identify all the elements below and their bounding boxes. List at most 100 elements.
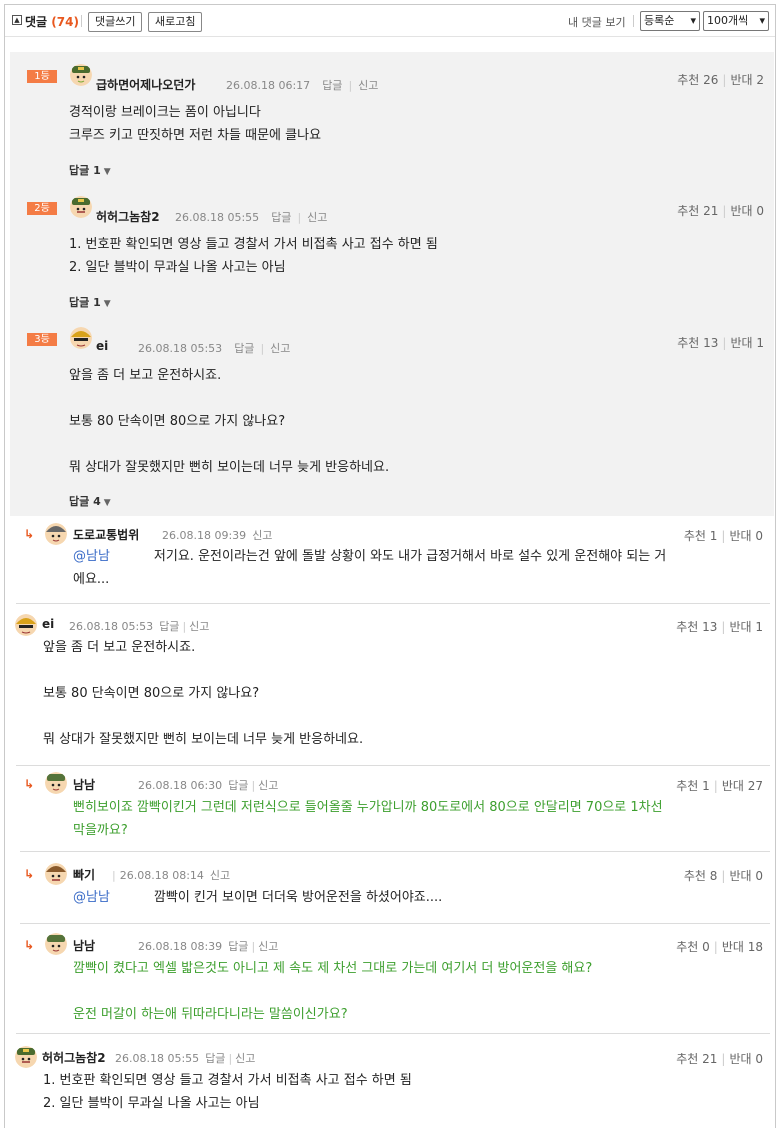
comment-date: 26.08.18 06:30 <box>138 779 223 792</box>
my-comments-link[interactable]: 내 댓글 보기 <box>568 14 626 30</box>
reply-arrow-icon: ↳ <box>24 777 35 791</box>
caret-down-icon: ▼ <box>103 299 111 309</box>
comment-meta: 26.08.18 06:30 답글 | 신고 <box>138 779 279 792</box>
refresh-button[interactable]: 새로고침 <box>148 12 203 32</box>
comment-meta: 26.08.18 08:39 답글 | 신고 <box>138 940 279 953</box>
comment-date: 26.08.18 05:55 <box>115 1052 200 1065</box>
upvote-count[interactable]: 추천 0 <box>676 940 710 954</box>
divider <box>20 851 770 852</box>
downvote-count[interactable]: 반대 0 <box>729 869 763 883</box>
comment-author[interactable]: ei <box>96 339 108 353</box>
avatar-icon[interactable] <box>45 523 67 545</box>
reply-link[interactable]: 답글 <box>322 79 342 92</box>
upvote-count[interactable]: 추천 13 <box>677 336 718 350</box>
comment-date: 26.08.18 08:39 <box>138 940 223 953</box>
avatar-icon[interactable] <box>15 1046 37 1068</box>
write-comment-button[interactable]: 댓글쓰기 <box>88 12 143 32</box>
upvote-count[interactable]: 추천 1 <box>676 779 710 793</box>
comment-line: 깜빡이 킨거 보이면 더더욱 방어운전을 하셨어야죠.... <box>153 890 443 905</box>
downvote-count[interactable]: 반대 27 <box>722 779 763 793</box>
reply-link[interactable]: 답글 <box>271 211 291 224</box>
replies-count: 답글 1 <box>69 296 101 309</box>
avatar-icon[interactable] <box>70 196 92 218</box>
comment-body: @남남 깜빡이 킨거 보이면 더더욱 방어운전을 하셨어야죠.... <box>73 886 442 909</box>
downvote-count[interactable]: 반대 1 <box>730 336 764 350</box>
reply-link[interactable]: 답글 <box>234 342 254 355</box>
report-link[interactable]: 신고 <box>358 79 378 92</box>
divider <box>81 15 82 27</box>
upvote-count[interactable]: 추천 13 <box>676 620 717 634</box>
downvote-count[interactable]: 반대 18 <box>722 940 763 954</box>
report-link[interactable]: 신고 <box>270 342 290 355</box>
downvote-count[interactable]: 반대 0 <box>729 529 763 543</box>
report-link[interactable]: 신고 <box>252 529 272 542</box>
avatar-icon[interactable] <box>70 64 92 86</box>
upvote-count[interactable]: 추천 26 <box>677 73 718 87</box>
downvote-count[interactable]: 반대 0 <box>729 1052 763 1066</box>
upvote-count[interactable]: 추천 1 <box>684 529 718 543</box>
comment-author[interactable]: 남남 <box>73 937 95 954</box>
comments-panel: ▲ 댓글 (74) 댓글쓰기 새로고침 내 댓글 보기 등록순 100개씩 1등… <box>4 4 776 1128</box>
comment-author[interactable]: ei <box>42 617 54 631</box>
mention-link[interactable]: @남남 <box>73 549 110 564</box>
reply-link[interactable]: 답글 <box>228 779 248 792</box>
vote-counts: 추천 13 | 반대 1 <box>676 620 763 634</box>
comment-body: 경적이랑 브레이크는 폼이 아닙니다 크루즈 키고 딴짓하면 저런 차들 때문에… <box>69 101 321 147</box>
replies-toggle[interactable]: 답글 4 ▼ <box>69 493 111 509</box>
comment-line: 크루즈 키고 딴짓하면 저런 차들 때문에 클나요 <box>69 128 322 143</box>
report-link[interactable]: 신고 <box>258 940 278 953</box>
vote-counts: 추천 1 | 반대 27 <box>676 779 763 793</box>
comment-line: 2. 일단 블박이 무과실 나올 사고는 아님 <box>43 1096 260 1111</box>
comment-body: 깜빡이 켰다고 엑셀 밟은것도 아니고 제 속도 제 차선 그대로 가는데 여기… <box>73 957 592 1026</box>
comment-line: 보통 80 단속이면 80으로 가지 않나요? <box>43 686 260 701</box>
replies-count: 답글 4 <box>69 495 101 508</box>
per-page-select[interactable]: 100개씩 <box>703 11 769 31</box>
comment-author[interactable]: 급하면어제나오던가 <box>96 76 195 93</box>
comment-author[interactable]: 빠기 <box>73 866 95 883</box>
reply-link[interactable]: 답글 <box>205 1052 225 1065</box>
report-link[interactable]: 신고 <box>210 869 230 882</box>
comment-meta: 26.08.18 05:53 답글 | 신고 <box>138 342 291 355</box>
report-link[interactable]: 신고 <box>189 620 209 633</box>
comment-meta: 26.08.18 09:39 신고 <box>162 527 272 543</box>
upvote-count[interactable]: 추천 21 <box>676 1052 717 1066</box>
comment-author[interactable]: 허허그놈참2 <box>42 1049 106 1066</box>
vote-counts: 추천 8 | 반대 0 <box>683 869 763 883</box>
downvote-count[interactable]: 반대 2 <box>730 73 764 87</box>
comment-date: 26.08.18 08:14 <box>119 869 204 882</box>
report-link[interactable]: 신고 <box>258 779 278 792</box>
avatar-icon[interactable] <box>45 863 67 885</box>
upvote-count[interactable]: 추천 8 <box>684 869 718 883</box>
comment-date: 26.08.18 06:17 <box>226 79 311 92</box>
comment-author[interactable]: 남남 <box>73 776 95 793</box>
comment-author[interactable]: 허허그놈참2 <box>96 208 160 225</box>
avatar-icon[interactable] <box>70 327 92 349</box>
comment-line: 1. 번호판 확인되면 영상 들고 경찰서 가서 비접촉 사고 접수 하면 됨 <box>43 1073 412 1088</box>
divider <box>16 1033 770 1034</box>
comment-date: 26.08.18 05:53 <box>138 342 223 355</box>
report-link[interactable]: 신고 <box>307 211 327 224</box>
divider <box>16 603 770 604</box>
avatar-icon[interactable] <box>15 614 37 636</box>
sort-select[interactable]: 등록순 <box>640 11 700 31</box>
comment-line: 2. 일단 블박이 무과실 나올 사고는 아님 <box>69 260 286 275</box>
report-link[interactable]: 신고 <box>235 1052 255 1065</box>
mention-link[interactable]: @남남 <box>73 890 110 905</box>
downvote-count[interactable]: 반대 0 <box>730 204 764 218</box>
upvote-count[interactable]: 추천 21 <box>677 204 718 218</box>
replies-toggle[interactable]: 답글 1 ▼ <box>69 294 111 310</box>
reply-link[interactable]: 답글 <box>228 940 248 953</box>
comment-body: 뻔히보이죠 깜빡이킨거 그런데 저런식으로 들어올줄 누가압니까 80도로에서 … <box>73 796 663 842</box>
comment-line: 깜빡이 켰다고 엑셀 밟은것도 아니고 제 속도 제 차선 그대로 가는데 여기… <box>73 961 593 976</box>
comment-date: 26.08.18 09:39 <box>162 529 247 542</box>
avatar-icon[interactable] <box>45 933 67 955</box>
comment-line: 보통 80 단속이면 80으로 가지 않나요? <box>69 414 286 429</box>
rank-badge: 1등 <box>27 70 57 83</box>
reply-link[interactable]: 답글 <box>159 620 179 633</box>
comment-author[interactable]: 도로교통법위 <box>73 526 139 543</box>
downvote-count[interactable]: 반대 1 <box>729 620 763 634</box>
replies-toggle[interactable]: 답글 1 ▼ <box>69 162 111 178</box>
avatar-icon[interactable] <box>45 772 67 794</box>
comment-line: 막을까요? <box>73 823 128 838</box>
collapse-icon[interactable]: ▲ <box>12 15 22 25</box>
